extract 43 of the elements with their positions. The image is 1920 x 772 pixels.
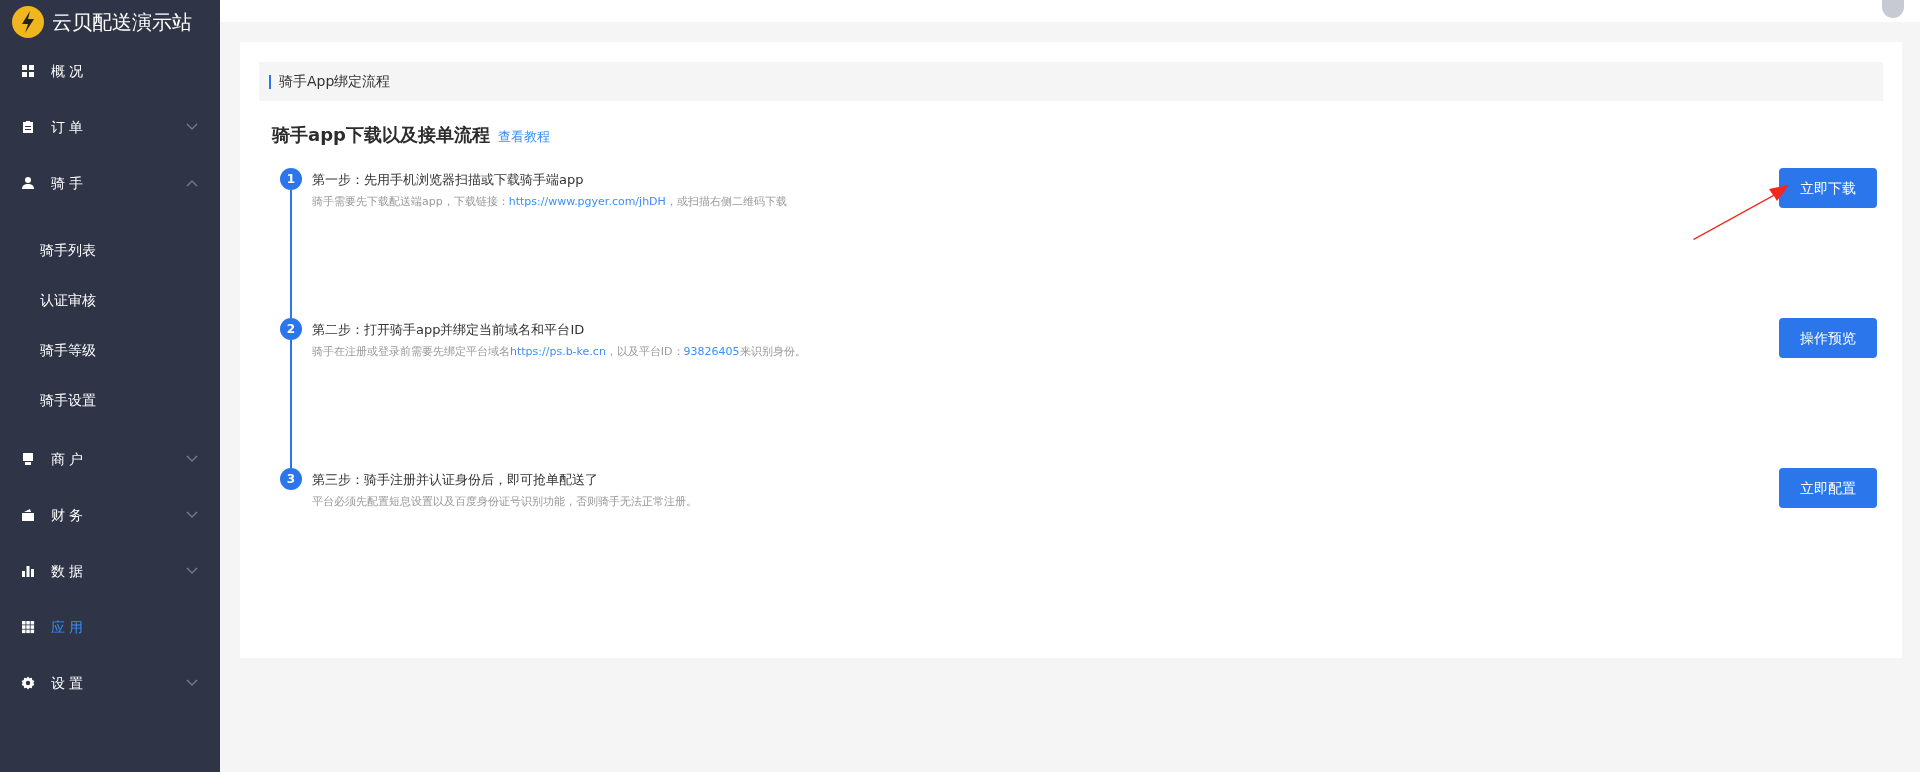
submenu-item[interactable]: 骑手等级	[40, 339, 96, 361]
sidebar-item[interactable]: 财务	[0, 487, 220, 543]
section-header: 骑手App绑定流程	[259, 62, 1883, 101]
avatar[interactable]	[1882, 0, 1904, 18]
sidebar-item[interactable]: 订单	[0, 99, 220, 155]
clipboard-icon	[21, 120, 35, 134]
action-button[interactable]: 立即配置	[1779, 468, 1877, 508]
step-description: 平台必须先配置短息设置以及百度身份证号识别功能，否则骑手无法正常注册。	[312, 493, 698, 510]
step-title: 第三步：骑手注册并认证身份后，即可抢单配送了	[312, 471, 599, 489]
site-title: 云贝配送演示站	[52, 8, 192, 36]
store-icon	[21, 452, 35, 466]
submenu-item[interactable]: 骑手列表	[40, 239, 96, 261]
step-number: 1	[280, 168, 302, 190]
action-button[interactable]: 操作预览	[1779, 318, 1877, 358]
sidebar-item[interactable]: 骑手	[0, 155, 220, 211]
wallet-icon	[21, 508, 35, 522]
chevron-down-icon	[186, 511, 198, 519]
step-description: 骑手需要先下载配送端app，下载链接：https://www.pgyer.com/jhDH，或扫描右侧二维码下载	[312, 193, 788, 210]
grid-icon	[21, 64, 35, 78]
logo	[12, 5, 44, 38]
settings-icon	[21, 676, 35, 690]
chevron-up-icon	[186, 179, 198, 187]
user-icon	[21, 176, 35, 190]
grid-icon	[21, 620, 35, 634]
chevron-down-icon	[186, 455, 198, 463]
sidebar-item[interactable]: 数据	[0, 543, 220, 599]
step-number: 3	[280, 468, 302, 490]
chevron-down-icon	[186, 679, 198, 687]
submenu-item[interactable]: 骑手设置	[40, 389, 96, 411]
sidebar-item[interactable]: 概况	[0, 43, 220, 99]
sidebar-item[interactable]: 设置	[0, 655, 220, 711]
submenu-item[interactable]: 认证审核	[40, 289, 96, 311]
page-heading: 骑手app下载以及接单流程	[272, 123, 490, 147]
step-description: 骑手在注册或登录前需要先绑定平台域名https://ps.b-ke.cn，以及平台ID：93826405来识别身份。	[312, 343, 807, 360]
bar-chart-icon	[21, 564, 35, 578]
sidebar-item[interactable]: 应用	[0, 599, 220, 655]
step-number: 2	[280, 318, 302, 340]
chevron-down-icon	[186, 123, 198, 131]
action-button[interactable]: 立即下载	[1779, 168, 1877, 208]
chevron-down-icon	[186, 567, 198, 575]
step-title: 第二步：打开骑手app并绑定当前域名和平台ID	[312, 321, 586, 339]
sidebar-item[interactable]: 商户	[0, 431, 220, 487]
step-title: 第一步：先用手机浏览器扫描或下载骑手端app	[312, 171, 585, 189]
